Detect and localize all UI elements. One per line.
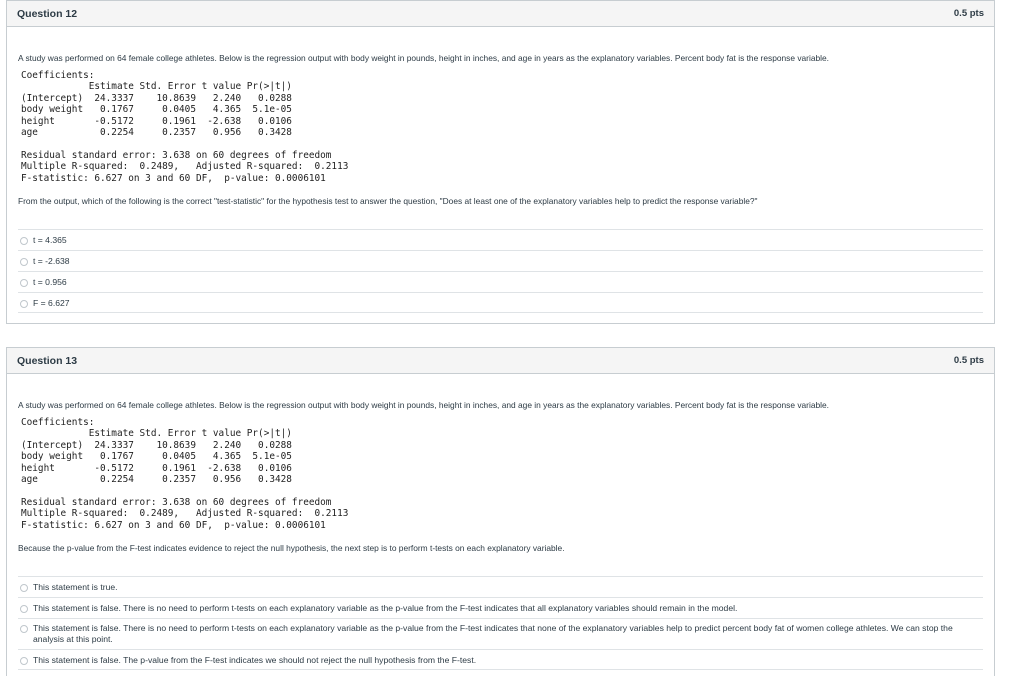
question-title: Question 12 bbox=[17, 7, 78, 20]
question-12-card: Question 12 0.5 pts A study was performe… bbox=[6, 0, 995, 324]
question-intro: A study was performed on 64 female colle… bbox=[18, 53, 829, 63]
radio-button[interactable] bbox=[20, 605, 28, 613]
radio-button[interactable] bbox=[20, 258, 28, 266]
regression-output: Coefficients: Estimate Std. Error t valu… bbox=[21, 417, 349, 531]
answer-option[interactable]: This statement is true. bbox=[18, 576, 983, 597]
answer-option[interactable]: F = 6.627 bbox=[18, 292, 983, 313]
radio-button[interactable] bbox=[20, 279, 28, 287]
answer-option[interactable]: This statement is false. The p-value fro… bbox=[18, 649, 983, 670]
answer-option[interactable]: t = 4.365 bbox=[18, 229, 983, 250]
question-points: 0.5 pts bbox=[953, 8, 984, 19]
question-points: 0.5 pts bbox=[953, 355, 984, 366]
radio-button[interactable] bbox=[20, 657, 28, 665]
answer-list: This statement is true. This statement i… bbox=[18, 576, 983, 670]
answer-label: This statement is false. The p-value fro… bbox=[33, 655, 477, 665]
radio-button[interactable] bbox=[20, 300, 28, 308]
answer-list: t = 4.365 t = -2.638 t = 0.956 F = 6.627 bbox=[18, 229, 983, 313]
question-intro: A study was performed on 64 female colle… bbox=[18, 400, 829, 410]
radio-button[interactable] bbox=[20, 237, 28, 245]
answer-option[interactable]: t = 0.956 bbox=[18, 271, 983, 292]
radio-button[interactable] bbox=[20, 584, 28, 592]
answer-label: F = 6.627 bbox=[33, 298, 70, 308]
question-header: Question 12 0.5 pts bbox=[7, 1, 994, 27]
answer-label: This statement is false. There is no nee… bbox=[33, 623, 953, 644]
answer-label: t = 0.956 bbox=[33, 277, 67, 287]
question-text: From the output, which of the following … bbox=[18, 196, 758, 206]
question-13-card: Question 13 0.5 pts A study was performe… bbox=[6, 347, 995, 676]
question-header: Question 13 0.5 pts bbox=[7, 348, 994, 374]
answer-option[interactable]: t = -2.638 bbox=[18, 250, 983, 271]
question-text: Because the p-value from the F-test indi… bbox=[18, 543, 565, 553]
answer-label: t = 4.365 bbox=[33, 235, 67, 245]
answer-option[interactable]: This statement is false. There is no nee… bbox=[18, 597, 983, 618]
regression-output: Coefficients: Estimate Std. Error t valu… bbox=[21, 70, 349, 184]
answer-option[interactable]: This statement is false. There is no nee… bbox=[18, 618, 983, 649]
answer-label: t = -2.638 bbox=[33, 256, 70, 266]
answer-label: This statement is true. bbox=[33, 582, 118, 592]
question-title: Question 13 bbox=[17, 354, 78, 367]
radio-button[interactable] bbox=[20, 625, 28, 633]
answer-label: This statement is false. There is no nee… bbox=[33, 603, 738, 613]
